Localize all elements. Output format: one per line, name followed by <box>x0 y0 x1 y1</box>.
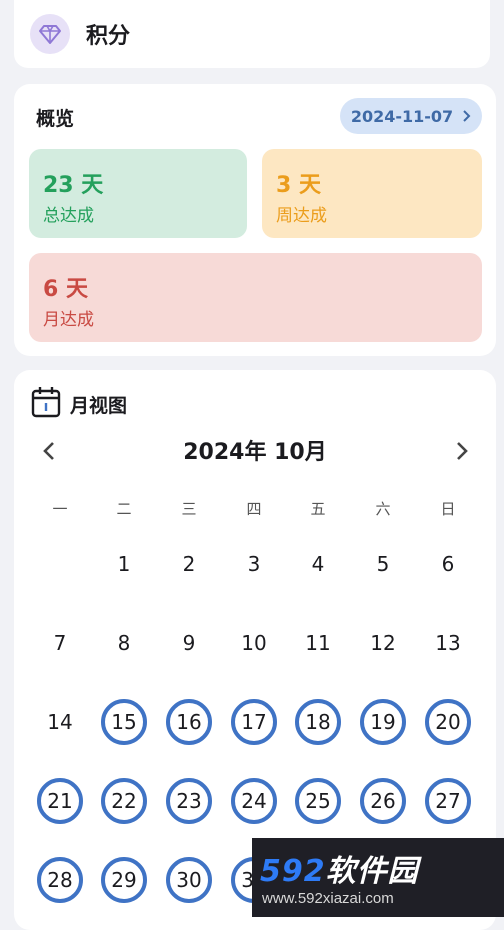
stat-month-label: 月达成 <box>43 310 94 330</box>
calendar-day[interactable]: 5 <box>360 541 406 587</box>
calendar-day-completed[interactable]: 15 <box>101 699 147 745</box>
calendar-day-completed[interactable]: 28 <box>37 857 83 903</box>
stat-month-value: 6 天 <box>43 277 88 302</box>
watermark-url: www.592xiazai.com <box>262 890 394 907</box>
calendar-day[interactable]: 2 <box>166 541 212 587</box>
weekday-label: 六 <box>375 500 391 518</box>
calendar-icon <box>31 387 61 418</box>
calendar-day-completed[interactable]: 16 <box>166 699 212 745</box>
calendar-day[interactable]: 4 <box>295 541 341 587</box>
chevron-right-icon[interactable] <box>449 436 473 466</box>
calendar-day-completed[interactable]: 29 <box>101 857 147 903</box>
weekday-label: 一 <box>52 500 68 518</box>
calendar-day[interactable]: 6 <box>425 541 471 587</box>
calendar-day-completed[interactable]: 30 <box>166 857 212 903</box>
calendar-day[interactable]: 1 <box>101 541 147 587</box>
calendar-day-completed[interactable]: 20 <box>425 699 471 745</box>
calendar-day[interactable]: 14 <box>37 699 83 745</box>
date-label: 2024-11-07 <box>350 106 454 126</box>
calendar-day-completed[interactable]: 23 <box>166 778 212 824</box>
overview-title: 概览 <box>36 108 75 130</box>
stat-month-card: 6 天 月达成 <box>29 253 482 342</box>
stat-week-value: 3 天 <box>276 173 321 198</box>
calendar-day-completed[interactable]: 24 <box>231 778 277 824</box>
overview-card: 概览 2024-11-07 23 天 总达成 3 天 周达成 6 天 月达成 <box>14 84 496 356</box>
calendar-day[interactable]: 7 <box>37 620 83 666</box>
calendar-day[interactable]: 10 <box>231 620 277 666</box>
calendar-day[interactable]: 12 <box>360 620 406 666</box>
date-picker-button[interactable]: 2024-11-07 <box>340 98 482 134</box>
calendar-day-completed[interactable]: 17 <box>231 699 277 745</box>
stat-week-card: 3 天 周达成 <box>262 149 482 238</box>
watermark-logo: 592软件园 www.592xiazai.com <box>252 838 504 917</box>
watermark-number: 592 <box>260 854 326 889</box>
calendar-day-completed[interactable]: 27 <box>425 778 471 824</box>
month-view-title: 月视图 <box>70 395 128 417</box>
weekday-label: 五 <box>310 500 326 518</box>
calendar-day[interactable]: 9 <box>166 620 212 666</box>
calendar-day[interactable]: 13 <box>425 620 471 666</box>
month-label: 2024年 10月 <box>183 440 327 465</box>
calendar-day-completed[interactable]: 22 <box>101 778 147 824</box>
chevron-right-icon <box>463 110 471 122</box>
weekday-label: 四 <box>246 500 262 518</box>
stat-total-value: 23 天 <box>43 173 104 198</box>
calendar-day[interactable]: 8 <box>101 620 147 666</box>
stat-total-card: 23 天 总达成 <box>29 149 247 238</box>
calendar-day-completed[interactable]: 25 <box>295 778 341 824</box>
chevron-left-icon[interactable] <box>38 436 62 466</box>
watermark-text: 软件园 <box>325 854 419 889</box>
calendar-day-completed[interactable]: 26 <box>360 778 406 824</box>
calendar-day-completed[interactable]: 18 <box>295 699 341 745</box>
stat-week-label: 周达成 <box>276 206 327 226</box>
header-card: 积分 <box>14 0 490 68</box>
calendar-day-completed[interactable]: 21 <box>37 778 83 824</box>
stat-total-label: 总达成 <box>43 206 94 226</box>
calendar-day-completed[interactable]: 19 <box>360 699 406 745</box>
weekday-label: 日 <box>440 500 456 518</box>
weekday-label: 二 <box>116 500 132 518</box>
page-title: 积分 <box>86 24 131 49</box>
calendar-day[interactable]: 11 <box>295 620 341 666</box>
weekday-label: 三 <box>181 500 197 518</box>
gem-icon <box>30 14 70 54</box>
calendar-day[interactable]: 3 <box>231 541 277 587</box>
